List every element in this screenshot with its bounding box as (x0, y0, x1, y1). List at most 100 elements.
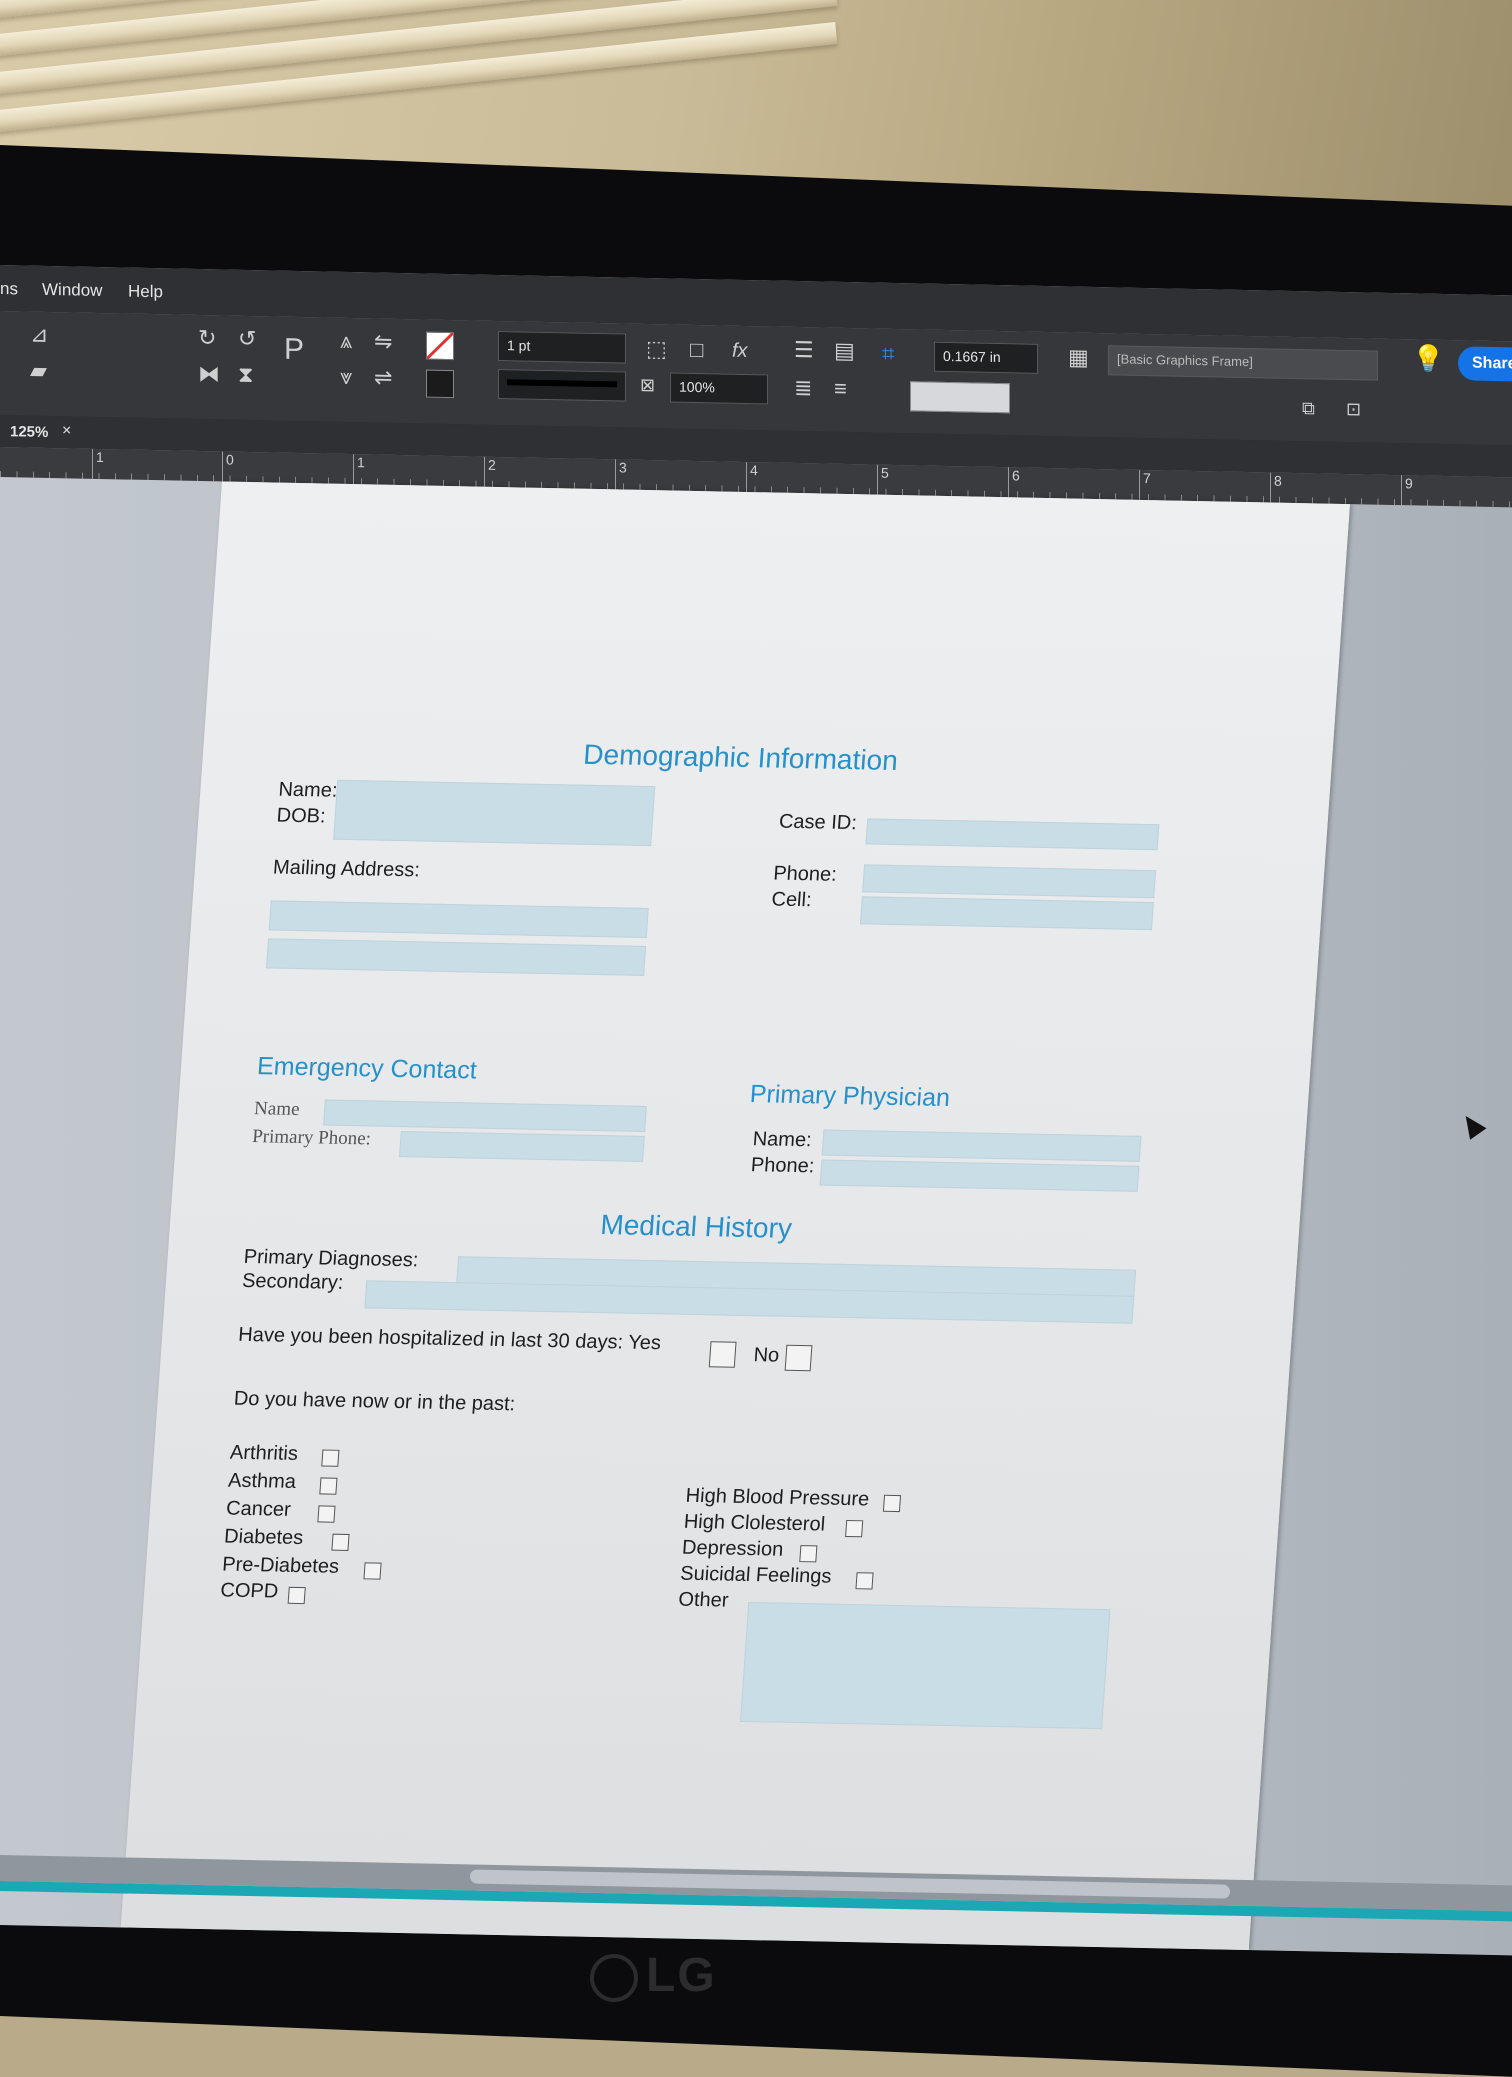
condition-checkbox[interactable] (882, 1494, 902, 1513)
ruler-label: 3 (615, 459, 627, 490)
phone-field[interactable] (862, 864, 1157, 899)
select-container-icon[interactable]: ⩓ (340, 328, 352, 353)
condition-checkbox[interactable] (317, 1505, 336, 1523)
label-secondary: Secondary: (241, 1269, 345, 1294)
other-conditions-field[interactable] (739, 1602, 1111, 1730)
select-previous-icon[interactable]: ⇋ (374, 329, 392, 354)
object-style-dropdown[interactable]: [Basic Graphics Frame] (1108, 345, 1378, 381)
condition-label: Asthma (227, 1469, 297, 1493)
frame-fitting-icon[interactable]: ⬚ (646, 336, 667, 361)
new-style-icon[interactable]: ⊡ (1346, 398, 1361, 420)
shear-icon: ▰ (30, 357, 47, 383)
flip-horizontal-icon[interactable]: ⧓ (198, 361, 220, 386)
ruler-label: 8 (1270, 472, 1282, 503)
condition-checkbox[interactable] (363, 1562, 382, 1580)
ruler-label: 1 (353, 454, 365, 485)
zoom-level: 125% (10, 423, 49, 441)
rotate-cw-icon[interactable]: ↻ (198, 325, 216, 350)
frame-type-icon[interactable]: ▦ (1068, 344, 1089, 369)
effects-icon[interactable]: fx (732, 340, 748, 362)
emergency-name-field[interactable] (323, 1099, 647, 1132)
condition-checkbox[interactable] (799, 1545, 818, 1563)
heading-medical-history: Medical History (599, 1209, 794, 1244)
condition-checkbox[interactable] (331, 1533, 350, 1551)
label-physician-phone: Phone: (750, 1154, 816, 1178)
mailing-address-line2[interactable] (266, 938, 647, 976)
label-name: Name: (277, 778, 339, 802)
fill-swatch[interactable] (426, 331, 454, 361)
lg-logo-icon (590, 1954, 638, 2003)
close-tab-icon[interactable]: × (62, 422, 71, 440)
frame-shadow-icon[interactable]: □ (690, 337, 703, 362)
condition-label: Diabetes (223, 1525, 304, 1550)
condition-checkbox[interactable] (845, 1519, 864, 1538)
hospitalized-no-checkbox[interactable] (784, 1344, 813, 1372)
heading-primary-physician: Primary Physician (748, 1080, 951, 1113)
condition-label: High Clolesterol (683, 1510, 826, 1536)
pasteboard: Demographic Information Name: DOB: Case … (0, 477, 1512, 1956)
select-content-icon[interactable]: ⩔ (340, 364, 352, 389)
text-frame-icon[interactable]: P (284, 333, 304, 366)
ruler-label: 7 (1139, 469, 1151, 501)
indesign-window: ns Window Help ⊿ ▰ ↻ ↺ ⧓ ⧗ P ⩓ ⇋ ⩔ ⇌ 1 p… (0, 265, 1512, 1956)
opacity-icon: ⊠ (640, 374, 656, 396)
monitor-logo: LG (590, 1948, 717, 2003)
ruler-label: 5 (877, 464, 889, 495)
label-no: No (752, 1344, 781, 1367)
mailing-address-line1[interactable] (268, 900, 649, 938)
dimension-field[interactable]: 0.1667 in (934, 341, 1038, 374)
label-primary-diagnoses: Primary Diagnoses: (243, 1245, 420, 1272)
condition-checkbox[interactable] (855, 1572, 874, 1590)
document-page[interactable]: Demographic Information Name: DOB: Case … (120, 481, 1351, 1951)
condition-checkbox[interactable] (319, 1477, 338, 1495)
opacity-field[interactable]: 100% (670, 372, 768, 405)
wrap-bbox-icon[interactable]: ▤ (834, 338, 855, 363)
ruler-label: 1 (92, 448, 104, 480)
stroke-type-dropdown[interactable] (498, 368, 626, 402)
menu-item-plugins[interactable]: ns (0, 279, 18, 299)
label-case-id: Case ID: (778, 810, 858, 835)
condition-label: COPD (219, 1579, 280, 1603)
condition-label: Depression (681, 1536, 785, 1561)
label-other: Other (677, 1588, 730, 1612)
wrap-none-icon[interactable]: ☰ (794, 337, 814, 362)
monitor-brand-text: LG (646, 1949, 717, 2002)
label-physician-name: Name: (751, 1128, 813, 1152)
wrap-shape-icon[interactable]: ≣ (794, 375, 812, 400)
condition-label: Cancer (225, 1497, 292, 1521)
flip-vertical-icon[interactable]: ⧗ (238, 362, 253, 387)
stroke-weight-field[interactable]: 1 pt (498, 330, 626, 364)
emergency-phone-field[interactable] (399, 1131, 645, 1162)
condition-label: Arthritis (229, 1441, 299, 1465)
condition-label: Suicidal Feelings (679, 1562, 833, 1588)
lightbulb-icon[interactable]: 💡 (1412, 343, 1444, 374)
color-field[interactable] (910, 381, 1010, 414)
stroke-swatch[interactable] (426, 369, 454, 399)
select-next-icon[interactable]: ⇌ (374, 365, 392, 390)
share-button[interactable]: Share (1458, 346, 1512, 382)
physician-phone-field[interactable] (819, 1159, 1140, 1192)
physician-name-field[interactable] (821, 1129, 1142, 1162)
wrap-jump-icon[interactable]: ≡ (834, 376, 847, 401)
ruler-label: 0 (222, 451, 234, 482)
ruler-label: 4 (746, 461, 758, 493)
menu-item-window[interactable]: Window (42, 280, 102, 301)
cell-field[interactable] (859, 896, 1154, 931)
condition-label: Pre-Diabetes (221, 1553, 340, 1578)
rotate-ccw-icon[interactable]: ↺ (238, 326, 256, 351)
condition-checkbox[interactable] (321, 1449, 340, 1467)
hospitalized-yes-checkbox[interactable] (708, 1341, 737, 1368)
heading-emergency-contact: Emergency Contact (256, 1052, 478, 1085)
condition-checkbox[interactable] (287, 1586, 306, 1605)
label-emergency-phone: Primary Phone: (251, 1126, 372, 1150)
label-emergency-name: Name (253, 1098, 301, 1120)
auto-fit-icon[interactable]: ⌗ (882, 341, 894, 366)
heading-demographic: Demographic Information (582, 738, 899, 777)
ruler-label: 6 (1008, 467, 1020, 498)
case-id-field[interactable] (865, 818, 1160, 851)
angle-icon: ⊿ (30, 321, 49, 347)
menu-item-help[interactable]: Help (128, 282, 163, 303)
clear-overrides-icon[interactable]: ⧉ (1302, 397, 1315, 419)
name-dob-field[interactable] (333, 779, 656, 847)
ruler-label: 9 (1401, 475, 1413, 506)
